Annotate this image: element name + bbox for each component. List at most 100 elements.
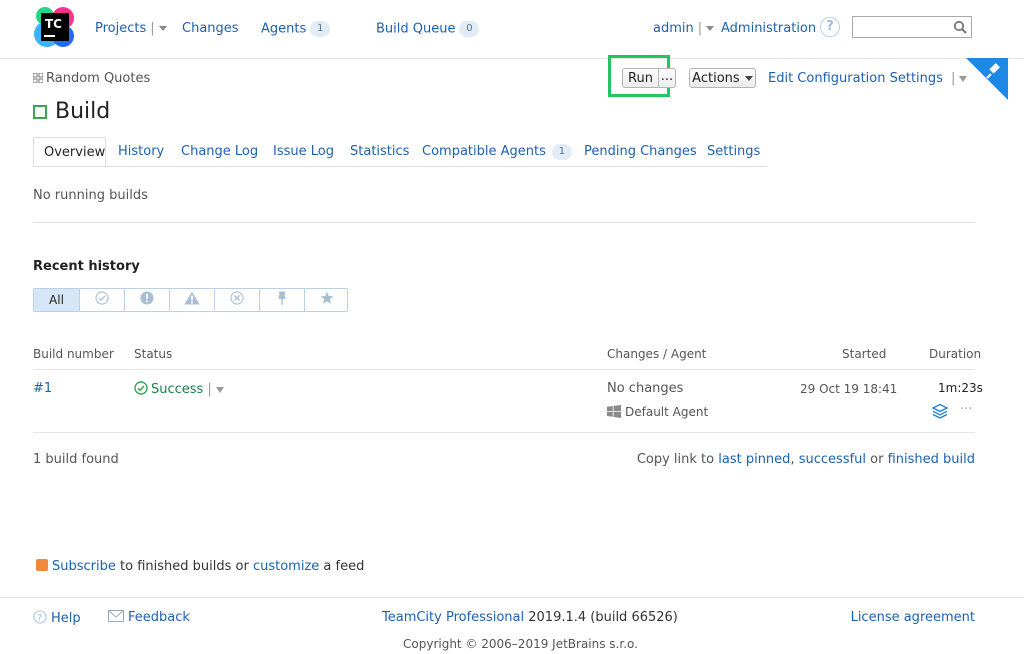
warning-filter-icon [184, 291, 200, 305]
build-duration: 1m:23s [938, 381, 983, 395]
column-header-started[interactable]: Started [842, 347, 886, 361]
filter-pinned-button[interactable] [259, 289, 304, 311]
compatible-agents-count-badge: 1 [551, 143, 572, 160]
success-filter-icon [95, 291, 109, 305]
filter-failed-button[interactable] [124, 289, 169, 311]
tab-issue-log[interactable]: Issue Log [273, 137, 334, 166]
project-grid-icon [33, 73, 43, 83]
agents-count-badge: 1 [310, 21, 331, 37]
teamcity-logo[interactable]: TC [33, 6, 77, 48]
tab-compatible-agents[interactable]: Compatible Agents 1 [422, 137, 572, 166]
search-input[interactable] [852, 16, 972, 38]
tab-statistics[interactable]: Statistics [350, 137, 409, 166]
nav-agents-label[interactable]: Agents [261, 22, 306, 37]
license-agreement-link[interactable]: License agreement [851, 610, 975, 625]
build-agent-name[interactable]: Default Agent [625, 405, 708, 419]
help-icon: ? [33, 610, 47, 624]
table-header-divider [33, 369, 975, 370]
nav-agents[interactable]: Agents 1 [261, 21, 331, 37]
footer-help-link[interactable]: ? Help [33, 610, 81, 626]
failed-filter-icon [140, 291, 154, 305]
more-options-icon[interactable]: ··· [960, 402, 972, 417]
user-menu[interactable]: admin | [653, 21, 715, 36]
build-status-square-icon [33, 105, 47, 119]
last-pinned-link[interactable]: last pinned [718, 452, 790, 467]
actions-button[interactable]: Actions [689, 68, 756, 88]
breadcrumb-project[interactable]: Random Quotes [46, 71, 150, 86]
chevron-down-icon[interactable] [744, 76, 753, 81]
cancelled-filter-icon [230, 291, 244, 305]
copy-link-comma: , [790, 452, 795, 467]
build-agent[interactable]: Default Agent [607, 405, 708, 419]
filter-starred-button[interactable] [304, 289, 349, 311]
chevron-down-icon[interactable] [215, 386, 224, 393]
product-link[interactable]: TeamCity Professional [382, 610, 524, 625]
star-filter-icon [320, 291, 334, 304]
copy-link-prefix: Copy link to [636, 452, 715, 467]
svg-text:?: ? [37, 614, 42, 624]
version-text: 2019.1.4 (build 66526) [528, 610, 678, 625]
nav-changes[interactable]: Changes [182, 21, 239, 36]
history-filter-bar: All [33, 288, 348, 312]
section-divider [33, 222, 975, 223]
search-icon[interactable] [953, 20, 967, 34]
nav-build-queue-label[interactable]: Build Queue [376, 22, 455, 37]
copy-link-section: Copy link to last pinned, successful or … [637, 452, 975, 467]
windows-icon [607, 405, 621, 418]
build-status[interactable]: Success | [134, 381, 224, 397]
build-number-link[interactable]: #1 [33, 381, 52, 396]
username[interactable]: admin [653, 21, 694, 36]
nav-projects[interactable]: Projects | [95, 21, 167, 36]
filter-success-button[interactable] [79, 289, 124, 311]
logo-text: TC [45, 17, 62, 31]
run-button[interactable]: Run [622, 68, 659, 88]
build-queue-count-badge: 0 [459, 21, 480, 37]
column-header-duration[interactable]: Duration [929, 347, 981, 361]
chevron-down-icon[interactable] [959, 75, 968, 82]
filter-cancelled-button[interactable] [214, 289, 259, 311]
tab-change-log[interactable]: Change Log [181, 137, 258, 166]
mail-icon [108, 610, 124, 622]
filter-warning-button[interactable] [169, 289, 214, 311]
filter-all-button[interactable]: All [34, 289, 79, 311]
page-title: Build [55, 99, 111, 124]
breadcrumb: Random Quotes [33, 71, 150, 86]
success-check-icon [134, 381, 148, 395]
tab-overview[interactable]: Overview [33, 137, 106, 166]
builds-found-count: 1 build found [33, 452, 119, 467]
column-header-changes-agent[interactable]: Changes / Agent [607, 347, 706, 361]
edit-configuration-label[interactable]: Edit Configuration Settings [768, 71, 943, 86]
subscribe-middle-text: to finished builds or [120, 559, 249, 574]
footer-help-label[interactable]: Help [51, 611, 81, 626]
footer-version: TeamCity Professional 2019.1.4 (build 66… [382, 610, 678, 625]
chevron-down-icon[interactable] [706, 26, 715, 31]
corner-ribbon-icon[interactable] [966, 58, 1008, 100]
tab-history[interactable]: History [118, 137, 164, 166]
build-started: 29 Oct 19 18:41 [800, 382, 898, 396]
column-header-status[interactable]: Status [134, 347, 172, 361]
nav-build-queue[interactable]: Build Queue 0 [376, 21, 480, 37]
tab-pending-changes[interactable]: Pending Changes [584, 137, 697, 166]
build-status-text[interactable]: Success [151, 382, 203, 397]
footer-divider [0, 597, 1024, 598]
footer-feedback-label[interactable]: Feedback [128, 610, 190, 625]
finished-build-link[interactable]: finished build [888, 452, 975, 467]
column-header-build-number[interactable]: Build number [33, 347, 114, 361]
run-custom-build-button[interactable]: ... [658, 68, 676, 88]
nav-administration[interactable]: Administration [721, 21, 816, 36]
chevron-down-icon[interactable] [158, 26, 167, 31]
nav-projects-label[interactable]: Projects [95, 21, 146, 36]
tab-settings[interactable]: Settings [707, 137, 760, 166]
copyright-text: Copyright © 2006–2019 JetBrains s.r.o. [403, 637, 638, 651]
footer-feedback-link[interactable]: Feedback [108, 610, 190, 625]
edit-configuration-link[interactable]: Edit Configuration Settings | [768, 71, 968, 86]
tab-compatible-agents-label[interactable]: Compatible Agents [422, 144, 546, 159]
successful-link[interactable]: successful [799, 452, 866, 467]
subscribe-link[interactable]: Subscribe [52, 559, 116, 574]
subscribe-suffix-text: a feed [323, 559, 365, 574]
help-icon[interactable]: ? [820, 17, 840, 37]
actions-label[interactable]: Actions [692, 71, 740, 86]
customize-link[interactable]: customize [253, 559, 319, 574]
artifacts-layers-icon[interactable] [932, 404, 948, 419]
build-changes[interactable]: No changes [607, 381, 683, 396]
